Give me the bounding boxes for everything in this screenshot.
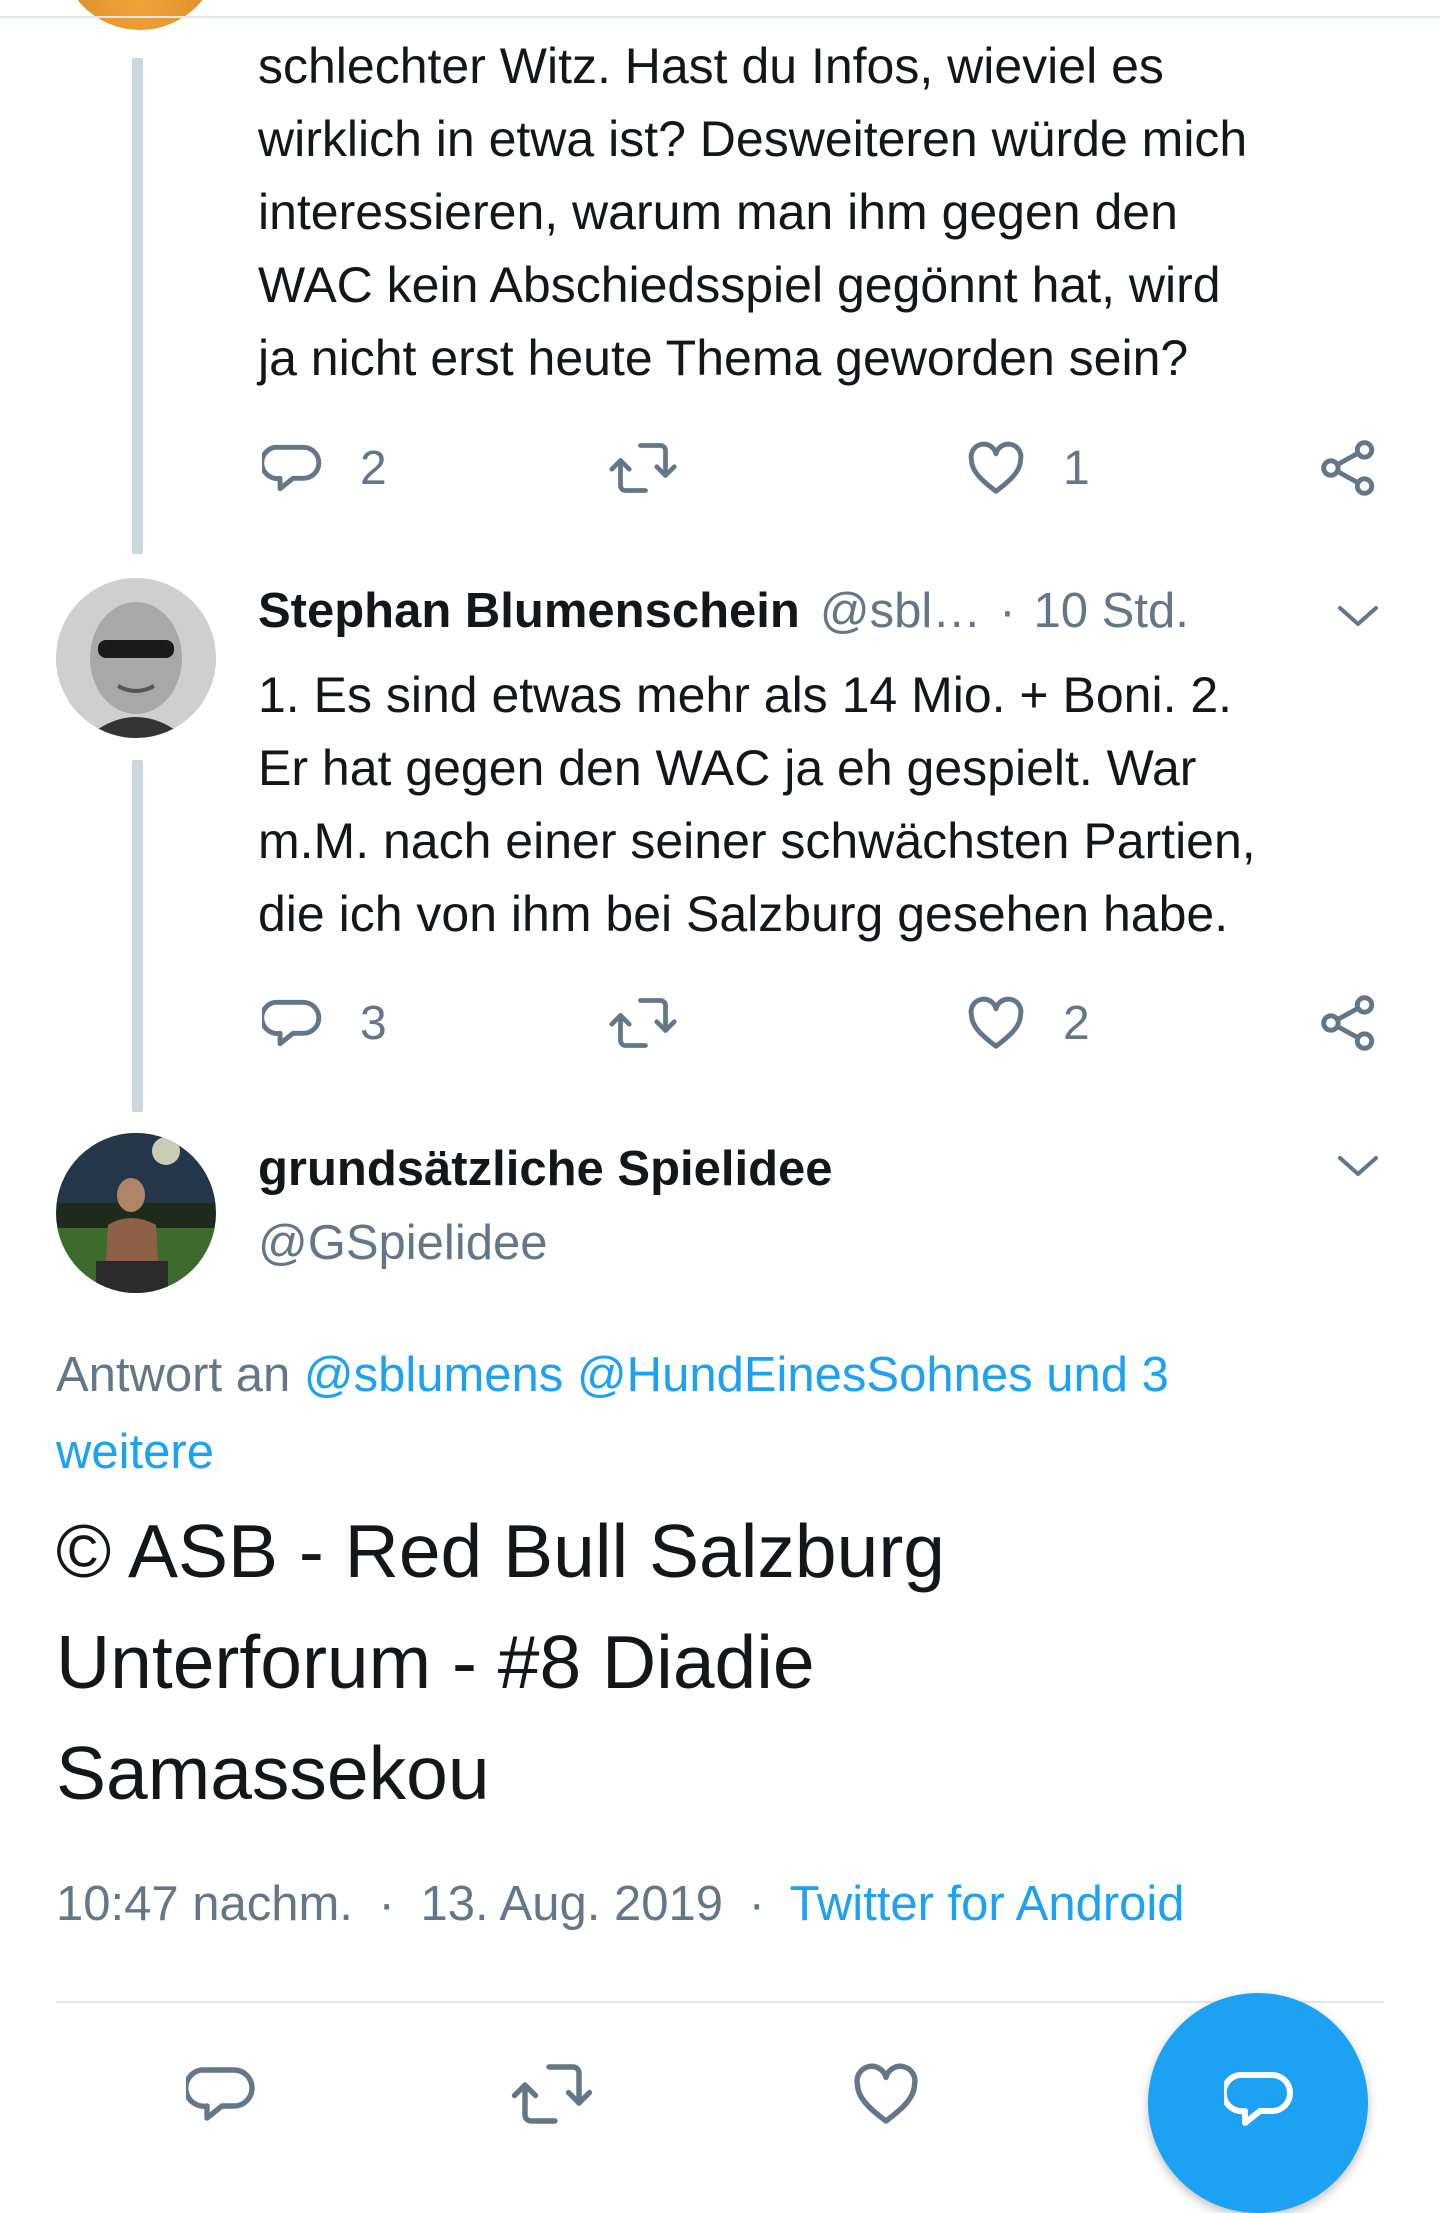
text-line: Er hat gegen den WAC ja eh gespielt. War <box>258 740 1197 796</box>
thread-line <box>132 58 143 554</box>
reply-button[interactable] <box>186 2058 258 2130</box>
avatar-partial[interactable] <box>60 0 220 30</box>
compose-reply-fab[interactable] <box>1148 1993 1368 2213</box>
handle[interactable]: @GSpielidee <box>258 1215 547 1271</box>
reply-to-context: Antwort an @sblumens @HundEinesSohnes un… <box>56 1337 1396 1491</box>
thread-line <box>132 760 143 1112</box>
retweet-icon <box>511 2064 593 2124</box>
text-line: die ich von ihm bei Salzburg gesehen hab… <box>258 886 1229 942</box>
heart-icon <box>968 441 1024 494</box>
text-line: Samassekou <box>56 1731 490 1815</box>
mention-link[interactable]: @HundEinesSohnes <box>577 1348 1033 1402</box>
reply-icon <box>186 2067 255 2121</box>
like-button[interactable] <box>850 2058 922 2130</box>
heart-icon <box>854 2063 918 2124</box>
timestamp[interactable]: 10 Std. <box>1034 583 1189 639</box>
focused-tweet-text: © ASB - Red Bull Salzburg Unterforum - #… <box>56 1496 1416 1829</box>
reply-icon <box>262 999 322 1047</box>
avatar[interactable] <box>56 578 216 738</box>
separator: · <box>999 584 1016 638</box>
tweet-text: schlechter Witz. Hast du Infos, wieviel … <box>258 30 1388 395</box>
text-line: WAC kein Abschiedsspiel gegönnt hat, wir… <box>258 257 1221 313</box>
reply-to-label: Antwort an <box>56 1348 291 1402</box>
text-line: wirklich in etwa ist? Desweiteren würde … <box>258 111 1248 167</box>
text-line: m.M. nach einer seiner schwächsten Parti… <box>258 813 1256 869</box>
avatar-image <box>56 578 216 738</box>
separator: · <box>378 1877 395 1931</box>
retweet-button[interactable] <box>608 992 678 1054</box>
like-button[interactable]: 2 <box>965 992 1090 1054</box>
avatar-image <box>56 1133 216 1293</box>
retweet-icon <box>609 998 677 1048</box>
reply-count: 3 <box>360 996 387 1050</box>
share-icon <box>1321 440 1375 496</box>
avatar[interactable] <box>56 1133 216 1293</box>
text-line: 1. Es sind etwas mehr als 14 Mio. + Boni… <box>258 667 1233 723</box>
divider <box>56 2001 1384 2003</box>
date: 13. Aug. 2019 <box>420 1877 723 1931</box>
handle[interactable]: @sbl… <box>820 583 981 639</box>
reply-button[interactable]: 3 <box>262 992 387 1054</box>
retweet-icon <box>609 443 677 493</box>
top-divider <box>0 16 1440 18</box>
text-line: Unterforum - #8 Diadie <box>56 1620 815 1704</box>
share-icon <box>1321 995 1375 1051</box>
text-line: © ASB - Red Bull Salzburg <box>56 1509 946 1593</box>
timestamp: 10:47 nachm. <box>56 1877 353 1931</box>
like-button[interactable]: 1 <box>965 437 1090 499</box>
display-name[interactable]: Stephan Blumenschein <box>258 583 800 639</box>
tweet-text: 1. Es sind etwas mehr als 14 Mio. + Boni… <box>258 659 1388 951</box>
tweet-header: Stephan Blumenschein @sbl… · 10 Std. <box>258 583 1189 639</box>
chevron-down-icon[interactable] <box>1334 1148 1382 1184</box>
reply-button[interactable]: 2 <box>262 437 387 499</box>
source-link[interactable]: Twitter for Android <box>790 1877 1185 1931</box>
more-mentions-link[interactable]: und 3 <box>1046 1348 1169 1402</box>
text-line: interessieren, warum man ihm gegen den <box>258 184 1178 240</box>
share-button[interactable] <box>1318 437 1380 499</box>
like-count: 1 <box>1063 441 1090 495</box>
display-name[interactable]: grundsätzliche Spielidee <box>258 1141 833 1197</box>
share-button[interactable] <box>1318 992 1380 1054</box>
more-mentions-link[interactable]: weitere <box>56 1414 1396 1491</box>
text-line: ja nicht erst heute Thema geworden sein? <box>258 330 1189 386</box>
tweet-metadata: 10:47 nachm. · 13. Aug. 2019 · Twitter f… <box>56 1876 1185 1932</box>
separator: · <box>748 1877 765 1931</box>
like-count: 2 <box>1063 996 1090 1050</box>
chevron-down-icon[interactable] <box>1334 598 1382 634</box>
text-line: schlechter Witz. Hast du Infos, wieviel … <box>258 38 1164 94</box>
heart-icon <box>968 996 1024 1049</box>
retweet-button[interactable] <box>608 437 678 499</box>
retweet-button[interactable] <box>510 2058 594 2130</box>
mention-link[interactable]: @sblumens <box>304 1348 563 1402</box>
reply-icon <box>262 444 322 492</box>
compose-reply-icon <box>1224 2072 1293 2126</box>
reply-count: 2 <box>360 441 387 495</box>
